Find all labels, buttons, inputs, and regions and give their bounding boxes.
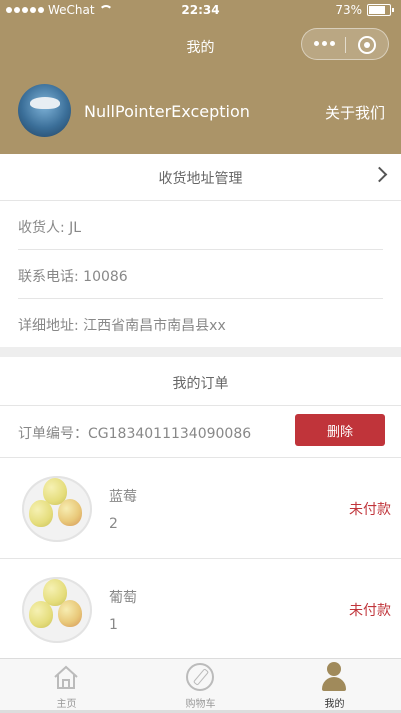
order-item[interactable]: 葡萄 1 未付款 bbox=[0, 559, 401, 660]
avatar[interactable] bbox=[18, 84, 71, 137]
tab-home[interactable]: 主页 bbox=[0, 659, 133, 711]
recipient-row: 收货人: JL bbox=[18, 201, 383, 250]
tab-home-label: 主页 bbox=[56, 699, 77, 710]
miniprogram-capsule bbox=[301, 28, 389, 60]
address-section-title: 收货地址管理 bbox=[158, 171, 243, 187]
navigation-bar: 我的 bbox=[0, 22, 401, 68]
product-quantity: 2 bbox=[109, 516, 118, 532]
more-icon[interactable] bbox=[314, 41, 335, 46]
recipient-text: 收货人: JL bbox=[18, 220, 82, 236]
username: NullPointerException bbox=[84, 102, 250, 121]
capsule-divider bbox=[345, 37, 346, 53]
product-quantity: 1 bbox=[109, 617, 118, 633]
product-name: 葡萄 bbox=[109, 590, 137, 606]
compass-icon bbox=[186, 663, 214, 691]
delete-order-button[interactable]: 删除 bbox=[295, 414, 385, 446]
battery-percent: 73% bbox=[335, 3, 362, 17]
profile-header: NullPointerException 关于我们 bbox=[0, 68, 401, 154]
order-number-row: 订单编号：CG1834011134090086 删除 bbox=[0, 405, 401, 458]
orders-header: 我的订单 bbox=[0, 357, 401, 406]
status-bar: WeChat 22:34 73% bbox=[0, 0, 401, 22]
order-number: 订单编号：CG1834011134090086 bbox=[18, 426, 252, 442]
tab-cart[interactable]: 购物车 bbox=[134, 659, 267, 711]
address-detail-text: 详细地址: 江西省南昌市南昌县xx bbox=[18, 318, 226, 334]
tab-me-label: 我的 bbox=[324, 699, 345, 710]
phone-row: 联系电话: 10086 bbox=[18, 250, 383, 299]
phone-text: 联系电话: 10086 bbox=[18, 269, 128, 285]
battery-status: 73% bbox=[335, 3, 394, 17]
close-circle-icon[interactable] bbox=[358, 36, 376, 54]
section-divider bbox=[0, 347, 401, 357]
product-image bbox=[22, 472, 94, 544]
payment-status: 未付款 bbox=[349, 502, 391, 518]
tab-me[interactable]: 我的 bbox=[268, 659, 401, 711]
address-detail-row: 详细地址: 江西省南昌市南昌县xx bbox=[18, 299, 383, 347]
payment-status: 未付款 bbox=[349, 603, 391, 619]
address-management-row[interactable]: 收货地址管理 bbox=[0, 154, 401, 201]
battery-icon bbox=[367, 4, 394, 16]
about-us-link[interactable]: 关于我们 bbox=[325, 102, 385, 123]
tab-bar: 主页 购物车 我的 bbox=[0, 658, 401, 711]
user-icon bbox=[320, 662, 348, 692]
order-item[interactable]: 蓝莓 2 未付款 bbox=[0, 458, 401, 559]
home-icon bbox=[54, 665, 78, 689]
product-image bbox=[22, 573, 94, 645]
tab-cart-label: 购物车 bbox=[185, 699, 216, 710]
product-name: 蓝莓 bbox=[109, 489, 137, 505]
orders-section-title: 我的订单 bbox=[172, 376, 229, 392]
